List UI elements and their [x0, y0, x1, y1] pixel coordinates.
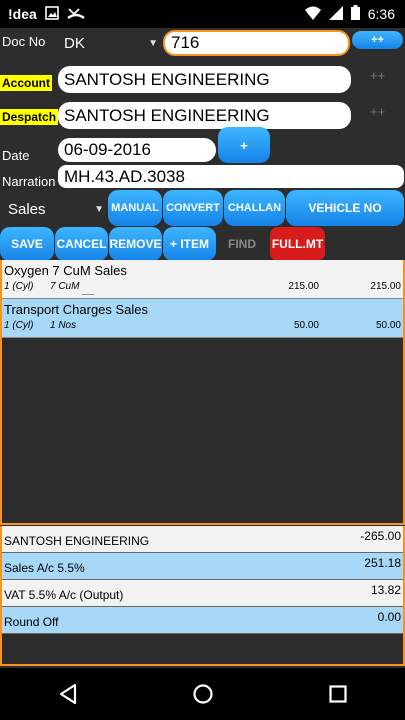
signal-icon [328, 5, 343, 23]
narration-value: MH.43.AD.3038 [64, 166, 185, 186]
doc-series-value: DK [64, 34, 85, 52]
account-input[interactable]: SANTOSH ENGINEERING [58, 66, 351, 93]
item-unit: 7 CuM [50, 281, 80, 292]
date-plus-button[interactable]: + [218, 127, 270, 163]
doc-no-label: Doc No [2, 34, 46, 49]
items-list[interactable]: Oxygen 7 CuM Sales 1 (Cyl) 7 CuM 215.00 … [0, 260, 405, 525]
manual-button[interactable]: MANUAL [108, 190, 162, 226]
ledger-row: Round Off 0.00 [2, 607, 403, 634]
battery-icon [350, 5, 360, 23]
missed-call-icon [67, 6, 85, 23]
list-item[interactable]: Oxygen 7 CuM Sales 1 (Cyl) 7 CuM 215.00 … [2, 260, 403, 299]
add-item-button[interactable]: + ITEM [163, 227, 216, 261]
cancel-button[interactable]: CANCEL [55, 227, 108, 261]
clock: 6:36 [367, 6, 395, 22]
list-item[interactable]: Transport Charges Sales 1 (Cyl) 1 Nos 50… [2, 299, 403, 338]
divider [82, 294, 94, 295]
find-button[interactable]: FIND [228, 237, 256, 251]
ledger-amount: 251.18 [364, 556, 401, 570]
item-amount: 215.00 [370, 281, 401, 292]
home-icon[interactable] [183, 674, 223, 714]
convert-button[interactable]: CONVERT [163, 190, 223, 226]
date-value: 06-09-2016 [64, 140, 151, 159]
doc-plus-button[interactable]: ++ [352, 31, 403, 49]
recents-icon[interactable] [318, 674, 358, 714]
ledger-amount: 13.82 [370, 583, 401, 597]
navigation-bar [0, 668, 405, 720]
narration-label: Narration [2, 174, 56, 189]
item-name: Oxygen 7 CuM Sales [4, 263, 127, 278]
vehicle-no-button[interactable]: VEHICLE NO [286, 190, 404, 226]
save-button[interactable]: SAVE [0, 227, 54, 261]
despatch-input[interactable]: SANTOSH ENGINEERING [58, 102, 351, 129]
dropdown-triangle-icon: ▼ [94, 203, 104, 215]
challan-button[interactable]: CHALLAN [224, 190, 285, 226]
date-label: Date [2, 148, 30, 163]
account-value: SANTOSH ENGINEERING [64, 69, 270, 89]
item-unit: 1 Nos [50, 320, 77, 331]
doc-number-value: 716 [171, 33, 200, 52]
ledger-row: VAT 5.5% A/c (Output) 13.82 [2, 580, 403, 607]
voucher-screen: Doc No DK ▼ 716 ++ Account SANTOSH ENGIN… [0, 28, 405, 668]
ledger-amount: -265.00 [360, 529, 401, 543]
status-bar: !dea 6:36 [0, 0, 405, 28]
dropdown-triangle-icon: ▼ [148, 37, 158, 49]
date-input[interactable]: 06-09-2016 [58, 138, 216, 162]
account-label: Account [0, 75, 52, 91]
despatch-value: SANTOSH ENGINEERING [64, 105, 270, 125]
ledger-name: VAT 5.5% A/c (Output) [4, 588, 124, 602]
app-name: !dea [8, 6, 37, 22]
doc-number-input[interactable]: 716 [163, 30, 350, 56]
item-name: Transport Charges Sales [4, 302, 149, 317]
item-amount: 50.00 [375, 320, 401, 331]
doc-series-dropdown[interactable]: DK ▼ [64, 32, 158, 54]
full-mt-button[interactable]: FULL.MT [270, 227, 325, 261]
ledger-row: SANTOSH ENGINEERING -265.00 [2, 526, 403, 553]
ledger-name: Round Off [4, 615, 59, 629]
voucher-type-value: Sales [8, 200, 46, 218]
despatch-label: Despatch [0, 109, 59, 125]
remove-button[interactable]: REMOVE [109, 227, 162, 261]
voucher-type-dropdown[interactable]: Sales ▼ [8, 198, 104, 220]
item-rate: 215.00 [288, 281, 319, 292]
ledger-name: SANTOSH ENGINEERING [4, 534, 150, 548]
ledger-row: Sales A/c 5.5% 251.18 [2, 553, 403, 580]
image-icon [44, 5, 59, 23]
ledger-summary: SANTOSH ENGINEERING -265.00 Sales A/c 5.… [0, 526, 405, 666]
ledger-amount: 0.00 [377, 610, 401, 624]
despatch-plus-button[interactable]: ++ [370, 104, 385, 119]
ledger-name: Sales A/c 5.5% [4, 561, 85, 575]
back-icon[interactable] [48, 674, 88, 714]
wifi-icon [304, 6, 321, 23]
item-rate: 50.00 [293, 320, 319, 331]
account-plus-button[interactable]: ++ [370, 68, 385, 83]
item-qty: 1 (Cyl) [4, 320, 34, 331]
item-qty: 1 (Cyl) [4, 281, 34, 292]
narration-input[interactable]: MH.43.AD.3038 [58, 165, 404, 188]
